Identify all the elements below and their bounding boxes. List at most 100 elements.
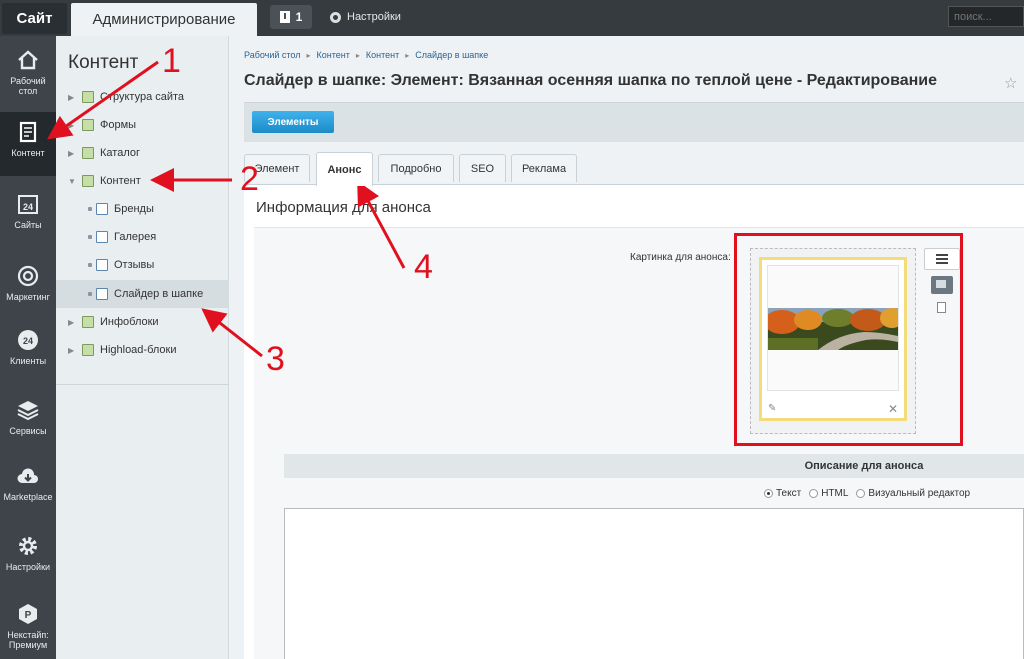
rail-item-services[interactable]: Сервисы xyxy=(0,390,56,454)
radio-dot[interactable] xyxy=(809,489,819,498)
settings-link[interactable]: Настройки xyxy=(330,5,401,29)
tab-ads[interactable]: Реклама xyxy=(511,154,577,182)
radio-label: HTML xyxy=(821,488,849,499)
top-bar: Сайт Администрирование 1 Настройки xyxy=(0,0,1024,36)
expand-arrow-icon[interactable]: ▶ xyxy=(68,121,78,130)
rail-label: Сайты xyxy=(14,220,42,230)
breadcrumb-link[interactable]: Контент xyxy=(317,50,350,60)
rail-item-marketing[interactable]: Маркетинг xyxy=(0,256,56,320)
tree-item-header-slider[interactable]: Слайдер в шапке xyxy=(56,280,229,308)
tab-details[interactable]: Подробно xyxy=(378,154,454,182)
radio-visual[interactable]: Визуальный редактор xyxy=(856,488,970,499)
expand-arrow-icon[interactable]: ▶ xyxy=(68,149,78,158)
breadcrumb: Рабочий стол ▸ Контент ▸ Контент ▸ Слайд… xyxy=(244,50,488,60)
expand-arrow-icon[interactable]: ▶ xyxy=(68,318,78,327)
radio-label: Текст xyxy=(776,488,802,499)
folder-icon xyxy=(82,91,94,103)
tab-element[interactable]: Элемент xyxy=(244,154,310,182)
site-button[interactable]: Сайт xyxy=(2,3,67,34)
folder-icon xyxy=(82,316,94,328)
picture-label: Картинка для анонса: xyxy=(630,252,731,263)
flag-icon xyxy=(279,11,290,23)
list-icon xyxy=(96,259,108,271)
tree-item-label: Highload-блоки xyxy=(100,344,177,356)
rail-item-content[interactable]: Контент xyxy=(0,112,56,176)
settings-label: Настройки xyxy=(347,11,401,23)
main-menu-rail: Рабочий стол Контент 24 Сайты Маркетинг … xyxy=(0,36,56,659)
app-window: Сайт Администрирование 1 Настройки Рабоч… xyxy=(0,0,1024,659)
rail-label: Контент xyxy=(11,148,45,158)
elements-button[interactable]: Элементы xyxy=(252,111,334,133)
tab-seo[interactable]: SEO xyxy=(459,154,506,182)
breadcrumb-link[interactable]: Контент xyxy=(366,50,399,60)
home-icon xyxy=(18,50,38,70)
rail-label: Некстайп: Премиум xyxy=(7,630,49,650)
folder-icon xyxy=(82,344,94,356)
list-icon xyxy=(96,203,108,215)
chevron-right-icon: ▸ xyxy=(306,50,311,60)
breadcrumb-link[interactable]: Рабочий стол xyxy=(244,50,301,60)
brand-icon: P xyxy=(19,604,37,624)
tree-item-infoblocks[interactable]: ▶ Инфоблоки xyxy=(56,308,229,336)
radio-dot[interactable] xyxy=(764,489,773,498)
radio-html[interactable]: HTML xyxy=(809,488,848,499)
chevron-right-icon: ▸ xyxy=(355,50,360,60)
breadcrumb-link[interactable]: Слайдер в шапке xyxy=(415,50,488,60)
rail-item-settings[interactable]: Настройки xyxy=(0,526,56,590)
tree-item-label: Отзывы xyxy=(114,259,155,271)
gear-icon xyxy=(19,537,37,555)
tree-item-label: Слайдер в шапке xyxy=(114,288,204,300)
collapse-arrow-icon[interactable]: ▼ xyxy=(68,177,78,186)
tree-item-site-structure[interactable]: ▶ Структура сайта xyxy=(56,83,229,111)
annotation-highlight-box xyxy=(734,233,963,446)
target-icon xyxy=(17,265,39,287)
tree-item-label: Каталог xyxy=(100,147,140,159)
tree-divider xyxy=(56,384,229,385)
rail-label: Настройки xyxy=(5,562,51,572)
expand-arrow-icon[interactable]: ▶ xyxy=(68,93,78,102)
rail-item-clients[interactable]: 24 Клиенты xyxy=(0,320,56,384)
tree-item-content[interactable]: ▼ Контент xyxy=(56,167,229,195)
rail-item-brand[interactable]: P Некстайп: Премиум xyxy=(0,594,56,658)
bullet-icon xyxy=(88,235,92,239)
rail-label: Рабочий стол xyxy=(10,76,46,96)
tab-announce[interactable]: Анонс xyxy=(316,152,373,186)
bullet-icon xyxy=(88,207,92,211)
bullet-icon xyxy=(88,292,92,296)
star-icon[interactable]: ☆ xyxy=(1004,74,1017,92)
rail-label: Сервисы xyxy=(9,426,47,436)
rail-item-marketplace[interactable]: Marketplace xyxy=(0,456,56,520)
radio-label: Визуальный редактор xyxy=(868,488,971,499)
svg-text:24: 24 xyxy=(23,202,33,212)
tree-item-reviews[interactable]: Отзывы xyxy=(56,251,229,279)
svg-text:P: P xyxy=(25,610,32,621)
tab-bar: Элемент Анонс Подробно SEO Реклама xyxy=(244,152,1024,186)
radio-dot[interactable] xyxy=(856,489,866,498)
tree-item-brands[interactable]: Бренды xyxy=(56,195,229,223)
tab-panel: Информация для анонса Картинка для анонс… xyxy=(244,184,1024,659)
rail-item-sites[interactable]: 24 Сайты xyxy=(0,184,56,248)
description-header: Описание для анонса xyxy=(284,454,1024,478)
rail-item-desktop[interactable]: Рабочий стол xyxy=(0,40,56,104)
tree-item-forms[interactable]: ▶ Формы xyxy=(56,111,229,139)
cloud-icon xyxy=(17,468,38,483)
folder-icon xyxy=(82,147,94,159)
tree-item-gallery[interactable]: Галерея xyxy=(56,223,229,251)
chevron-right-icon: ▸ xyxy=(405,50,410,60)
layers-icon xyxy=(17,401,39,421)
tree-item-catalog[interactable]: ▶ Каталог xyxy=(56,139,229,167)
description-textarea[interactable] xyxy=(284,508,1024,659)
tree-item-label: Бренды xyxy=(114,203,154,215)
expand-arrow-icon[interactable]: ▶ xyxy=(68,346,78,355)
tree-item-label: Контент xyxy=(100,175,141,187)
search-input[interactable] xyxy=(948,6,1024,27)
admin-tab[interactable]: Администрирование xyxy=(71,3,257,36)
section-body: Картинка для анонса: ✎ ✕ Описание для ан… xyxy=(254,227,1024,659)
tree-item-label: Формы xyxy=(100,119,137,131)
folder-icon xyxy=(82,175,94,187)
calendar-icon: 24 xyxy=(18,195,38,214)
radio-text[interactable]: Текст xyxy=(764,488,801,499)
toolbar: Элементы xyxy=(244,102,1024,142)
tree-item-highload[interactable]: ▶ Highload-блоки xyxy=(56,336,229,364)
notifications-button[interactable]: 1 xyxy=(270,5,312,29)
